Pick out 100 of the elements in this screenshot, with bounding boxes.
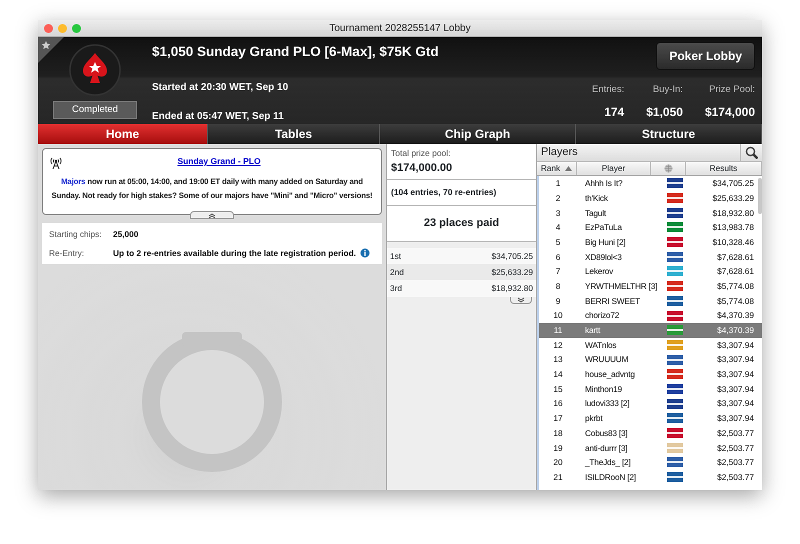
result-cell-text: $2,503.77 [716,470,755,484]
info-value: 25,000 [113,228,138,241]
stat-value: $1,050 [646,104,683,121]
stat-value: $174,000 [704,104,755,121]
tournament-title: $1,050 Sunday Grand PLO [6-Max], $75K Gtd [152,43,440,61]
player-row[interactable]: 9 BERRI SWEET $5,774.08 [539,294,762,308]
rank-cell-text: 13 [552,353,564,366]
player-name: ISILDRooN [2] [584,470,637,484]
status-label: Completed [53,101,137,120]
rank-cell-text: 16 [552,397,564,410]
prize-pool-amount: $174,000.00 [391,160,454,176]
globe-icon [664,164,672,173]
search-icon [745,146,758,159]
player-row[interactable]: 21 ISILDRooN [2] $2,503.77 [539,470,762,484]
player-row[interactable]: 20 _TheJds_ [2] $2,503.77 [539,455,762,470]
rank-cell-text: 8 [554,280,562,292]
result-cell-text: $2,503.77 [716,442,755,454]
rank-cell-text: 2 [554,192,562,204]
player-row[interactable]: 4 EzPaTuLa $13,983.78 [539,220,762,235]
result-cell-text: $2,503.77 [716,456,755,469]
rank-cell-text: 12 [552,338,564,352]
places-paid-text: 23 places paid [387,206,536,242]
flag-icon [666,237,682,248]
prize-pool-label: Total prize pool: [391,147,452,160]
result-cell-text: $4,370.39 [716,324,755,336]
column-header[interactable]: Results [686,162,762,175]
news-link[interactable]: Sunday Grand - PLO [177,156,261,166]
result-cell-text: $7,628.61 [716,250,755,263]
stat-label: Prize Pool: [709,83,755,98]
info-icon[interactable] [360,248,370,258]
flag-icon [666,208,682,218]
flag-icon [666,296,682,306]
flag-icon [666,457,682,468]
player-row[interactable]: 5 Big Huni [2] $10,328.46 [539,234,762,250]
rank-cell-text: 19 [552,442,564,454]
flag-icon [666,413,682,424]
tab[interactable]: Home [38,124,208,144]
tab[interactable]: Chip Graph [380,124,576,144]
tab[interactable]: Tables [208,124,380,144]
player-row[interactable]: 13 WRUUUUM $3,307.94 [539,352,762,367]
player-row[interactable]: 7 Lekerov $7,628.61 [539,264,762,279]
player-name: anti-durrr [3] [584,442,628,454]
rank-cell-text: 4 [554,221,562,234]
column-header[interactable]: Rank [537,162,577,175]
rank-cell-text: 6 [554,250,562,263]
collapse-tab[interactable] [190,211,234,220]
player-row[interactable]: 2 th'Kick $25,633.29 [539,190,762,206]
player-row[interactable]: 17 pkrbt $3,307.94 [539,411,762,426]
player-name: WRUUUUM [584,353,630,366]
favorite-star-icon[interactable] [38,37,64,63]
payout-amount: $34,705.25 [491,250,533,262]
player-name: Lekerov [584,265,614,278]
column-header[interactable]: Player [577,162,651,175]
stat-label: Entries: [592,83,624,98]
result-cell-text: $34,705.25 [711,177,755,190]
player-row[interactable]: 6 XD89lol<3 $7,628.61 [539,249,762,264]
tab[interactable]: Structure [576,124,762,144]
player-name: EzPaTuLa [584,221,623,234]
rank-cell-text: 7 [554,265,562,278]
payout-amount: $25,633.29 [491,266,533,278]
player-row[interactable]: 19 anti-durrr [3] $2,503.77 [539,440,762,456]
player-name: Big Huni [2] [584,236,626,248]
player-row[interactable]: 10 chorizo72 $4,370.39 [539,308,762,323]
player-name: Minthon19 [584,382,623,396]
rank-cell-text: 17 [552,412,564,425]
panel-title: Players [541,145,578,160]
result-cell-text: $5,774.08 [716,294,755,308]
flag-icon [666,398,682,409]
scrollbar-thumb[interactable] [758,178,762,214]
player-row[interactable]: 3 Tagult $18,932.80 [539,205,762,220]
player-name: Tagult [584,206,608,219]
result-cell-text: $3,307.94 [716,412,755,425]
player-name: XD89lol<3 [584,250,623,263]
player-row[interactable]: 15 Minthon19 $3,307.94 [539,382,762,396]
flag-icon [666,266,682,276]
result-cell-text: $3,307.94 [716,338,755,352]
player-row[interactable]: 18 Cobus83 [3] $2,503.77 [539,426,762,440]
player-row[interactable]: 1 Ahhh Is It? $34,705.25 [539,176,762,191]
player-name: ludovi333 [2] [584,397,630,410]
rank-cell-text: 14 [552,368,564,380]
player-row[interactable]: 8 YRWTHMELTHR [3] $5,774.08 [539,278,762,294]
result-cell-text: $3,307.94 [716,382,755,396]
result-cell-text: $25,633.29 [711,192,755,204]
flag-icon [666,325,682,336]
result-cell-text: $18,932.80 [711,206,755,219]
player-name: th'Kick [584,192,609,204]
flag-icon [666,310,682,321]
player-row[interactable]: 12 WATnlos $3,307.94 [539,338,762,352]
rank-cell-text: 5 [554,236,562,248]
rank-cell-text: 15 [552,382,564,396]
payout-place: 2nd [390,266,404,278]
player-row[interactable]: 16 ludovi333 [2] $3,307.94 [539,396,762,411]
player-row[interactable]: 11 kartt $4,370.39 [539,322,762,338]
player-row[interactable]: 14 house_advntg $3,307.94 [539,366,762,382]
flag-icon [666,442,682,453]
poker-lobby-button[interactable]: Poker Lobby [656,42,755,70]
antenna-icon [49,155,63,169]
rank-cell-text: 3 [554,206,562,219]
start-time: Started at 20:30 WET, Sep 10 [152,81,290,96]
player-name: pkrbt [584,412,604,425]
